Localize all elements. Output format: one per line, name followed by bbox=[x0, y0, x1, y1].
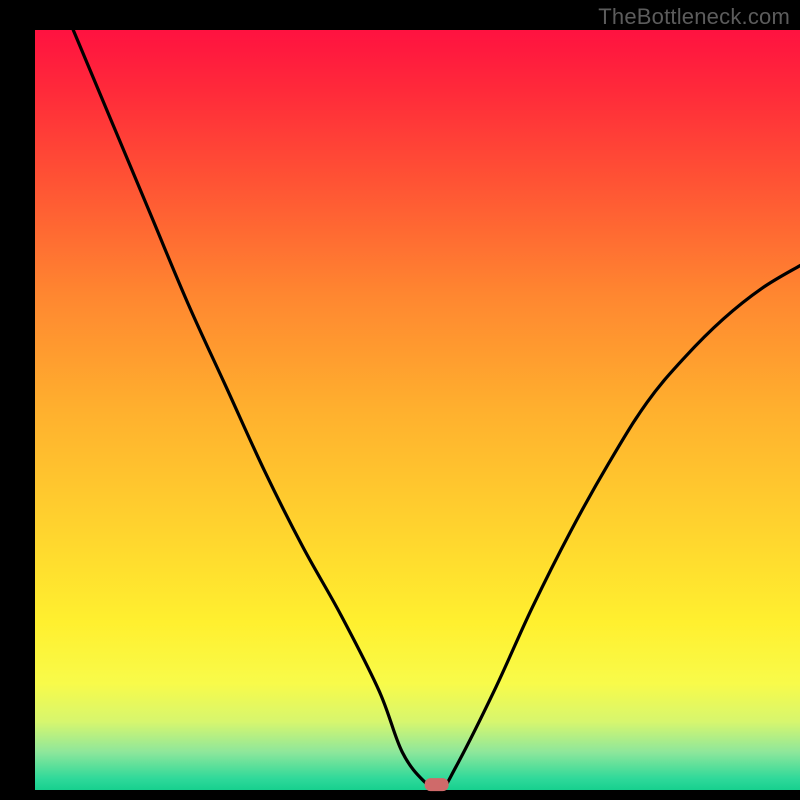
plot-background bbox=[35, 30, 800, 790]
watermark-text: TheBottleneck.com bbox=[598, 4, 790, 30]
bottleneck-chart bbox=[0, 0, 800, 800]
optimum-marker bbox=[425, 778, 449, 791]
chart-frame: TheBottleneck.com bbox=[0, 0, 800, 800]
